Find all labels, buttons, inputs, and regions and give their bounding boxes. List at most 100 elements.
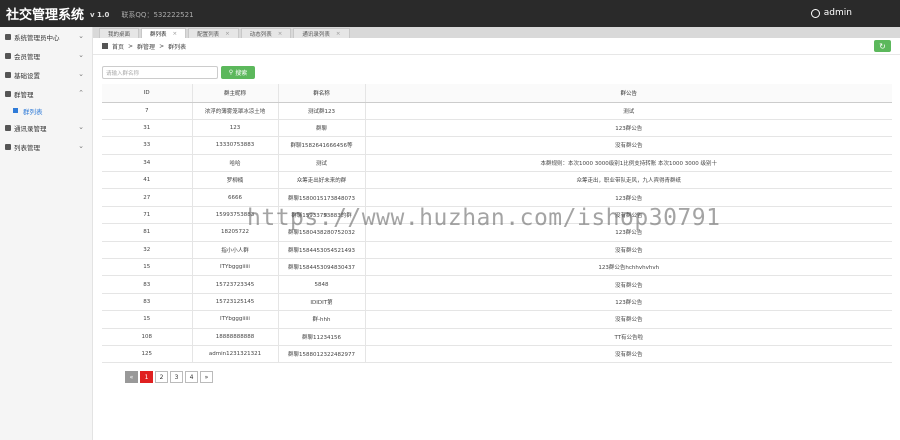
table-cell: 群聊11234156	[278, 328, 366, 346]
table-cell: 测试	[365, 102, 892, 120]
user-name: admin	[823, 8, 852, 18]
table-cell: 31	[102, 119, 193, 138]
breadcrumb-group-manage[interactable]: 群管理	[137, 42, 155, 51]
table-cell: 群聊	[278, 119, 366, 138]
tab-config-list[interactable]: 配置列表 ×	[188, 28, 239, 38]
contact-qq: 联系QQ：532222521	[121, 11, 194, 19]
refresh-icon: ↻	[879, 41, 886, 51]
close-icon[interactable]: ×	[336, 31, 341, 37]
page-1[interactable]: 1	[140, 371, 153, 383]
chevron-down-icon: ⌄	[78, 51, 84, 59]
table-cell: 108	[102, 328, 193, 346]
watermark: https://www.huzhan.com/ishop30791	[247, 205, 721, 231]
table-cell: ITYbgggiiiii	[192, 310, 279, 329]
user-menu[interactable]: admin	[810, 8, 852, 18]
sidebar-item-lists[interactable]: 列表管理 ⌄	[0, 137, 92, 156]
next-page-button[interactable]: »	[200, 371, 213, 383]
table-cell: 群聊1588012322482977	[278, 345, 366, 364]
table-row: 108 18888888888 群聊11234156 TT有公告啦	[102, 328, 892, 346]
table-row: 34 哈哈 测试 本群规则：本次1000 3000级别1比例支持转账 本次1000 3…	[102, 154, 892, 173]
sidebar: 系统管理员中心 ⌄ 会员管理 ⌄ 基础设置 ⌄ 群管理 ⌃ 群列表 通讯录管理 ⌄ 列表管…	[0, 27, 93, 440]
table-cell: 没有群公告	[365, 275, 892, 294]
table-row: 33 13330753883 群聊1582641666456等 没有群公告	[102, 136, 892, 155]
tab-bar: 我的桌面 群列表 × 配置列表 × 动态列表 × 通讯录列表 ×	[93, 27, 900, 38]
sidebar-item-contacts[interactable]: 通讯录管理 ⌄	[0, 118, 92, 137]
list-icon	[5, 124, 11, 131]
table-cell: 123	[192, 119, 279, 138]
table-cell: 没有群公告	[365, 136, 892, 155]
app-version: v 1.0	[90, 11, 110, 19]
page-4[interactable]: 4	[185, 371, 198, 383]
table-header-row: ID 群主昵称 群名称 群公告	[102, 84, 892, 103]
chevron-down-icon: ⌄	[78, 70, 84, 78]
table-cell: 15723723345	[192, 275, 279, 294]
search-icon: ⚲	[228, 69, 234, 76]
sidebar-item-admin-center[interactable]: 系统管理员中心 ⌄	[0, 27, 92, 46]
table-cell: 41	[102, 171, 193, 190]
table-cell: 测试群123	[278, 102, 366, 120]
table-cell: 哈哈	[192, 154, 279, 173]
table-row: 32 指小小人群 群聊1584453054521493 没有群公告	[102, 241, 892, 260]
table-cell: 群聊1584453054521493	[278, 241, 366, 260]
table-cell: 32	[102, 241, 193, 260]
home-icon	[102, 43, 108, 49]
close-icon[interactable]: ×	[225, 31, 230, 37]
table-row: 15 ITYbgggiiiii 群-hhh 没有群公告	[102, 310, 892, 329]
table-cell: 15	[102, 258, 193, 277]
close-icon[interactable]: ×	[173, 31, 178, 37]
prev-page-button[interactable]: «	[125, 371, 138, 383]
table-cell: 测试	[278, 154, 366, 173]
search-button[interactable]: ⚲ 搜索	[221, 66, 255, 79]
table-cell: IDIDIT第	[278, 293, 366, 312]
users-icon	[5, 90, 11, 97]
page-2[interactable]: 2	[155, 371, 168, 383]
col-name: 群名称	[278, 84, 366, 103]
table-row: 83 15723125145 IDIDIT第 123群公告	[102, 293, 892, 312]
close-icon[interactable]: ×	[278, 31, 283, 37]
sidebar-item-members[interactable]: 会员管理 ⌄	[0, 46, 92, 65]
table-cell: 罗柳楠	[192, 171, 279, 190]
tab-desktop[interactable]: 我的桌面	[99, 28, 140, 38]
table-row: 7 浓浮的薄雾笼罩冰凉土地 测试群123 测试	[102, 102, 892, 120]
table-cell: 18888888888	[192, 328, 279, 346]
tab-dynamic-list[interactable]: 动态列表 ×	[240, 28, 292, 38]
refresh-button[interactable]: ↻	[874, 40, 891, 52]
chevron-down-icon: ⌄	[78, 142, 84, 150]
table-cell: 群聊1582641666456等	[278, 136, 366, 155]
page-3[interactable]: 3	[170, 371, 183, 383]
table-cell: 浓浮的薄雾笼罩冰凉土地	[192, 102, 279, 120]
user-icon	[5, 33, 11, 40]
table-cell: 34	[102, 154, 193, 173]
gear-icon	[5, 71, 11, 78]
user-circle-icon	[810, 8, 820, 18]
table-cell: TT有公告啦	[365, 328, 892, 346]
sidebar-item-settings[interactable]: 基础设置 ⌄	[0, 65, 92, 84]
list-icon	[13, 108, 18, 113]
app-title: 社交管理系统	[6, 8, 85, 23]
table-cell: 本群规则：本次1000 3000级别1比例支持转账 本次1000 3000 级别…	[365, 154, 892, 173]
sidebar-item-groups[interactable]: 群管理 ⌃	[0, 84, 92, 103]
table-cell: 123群公告	[365, 293, 892, 312]
table-cell: 7	[102, 102, 193, 120]
col-owner: 群主昵称	[192, 84, 279, 103]
table-cell: 6666	[192, 188, 279, 207]
sidebar-item-group-list[interactable]: 群列表	[0, 103, 92, 118]
search-input[interactable]: 请输入群名称	[102, 66, 218, 79]
table-cell: 5848	[278, 275, 366, 294]
pagination: « 1 2 3 4 »	[125, 371, 213, 383]
table-cell: 15	[102, 310, 193, 329]
col-notice: 群公告	[365, 84, 892, 103]
user-icon	[5, 52, 11, 59]
table-row: 125 admin1231321321 群聊1588012322482977 没有群公…	[102, 345, 892, 364]
table-cell: 123群公告hchhvhvhvh	[365, 258, 892, 277]
gear-icon	[5, 143, 11, 150]
tab-contacts-list[interactable]: 通讯录列表 ×	[293, 28, 350, 38]
table-cell: 27	[102, 188, 193, 207]
table-cell: 123群公告	[365, 119, 892, 138]
breadcrumb-home[interactable]: 首页	[112, 42, 124, 51]
table-cell: 13330753883	[192, 136, 279, 155]
chevron-down-icon: ⌄	[78, 123, 84, 131]
chevron-down-icon: ⌄	[78, 32, 84, 40]
table-cell: 没有群公告	[365, 241, 892, 260]
tab-group-list[interactable]: 群列表 ×	[141, 28, 187, 38]
